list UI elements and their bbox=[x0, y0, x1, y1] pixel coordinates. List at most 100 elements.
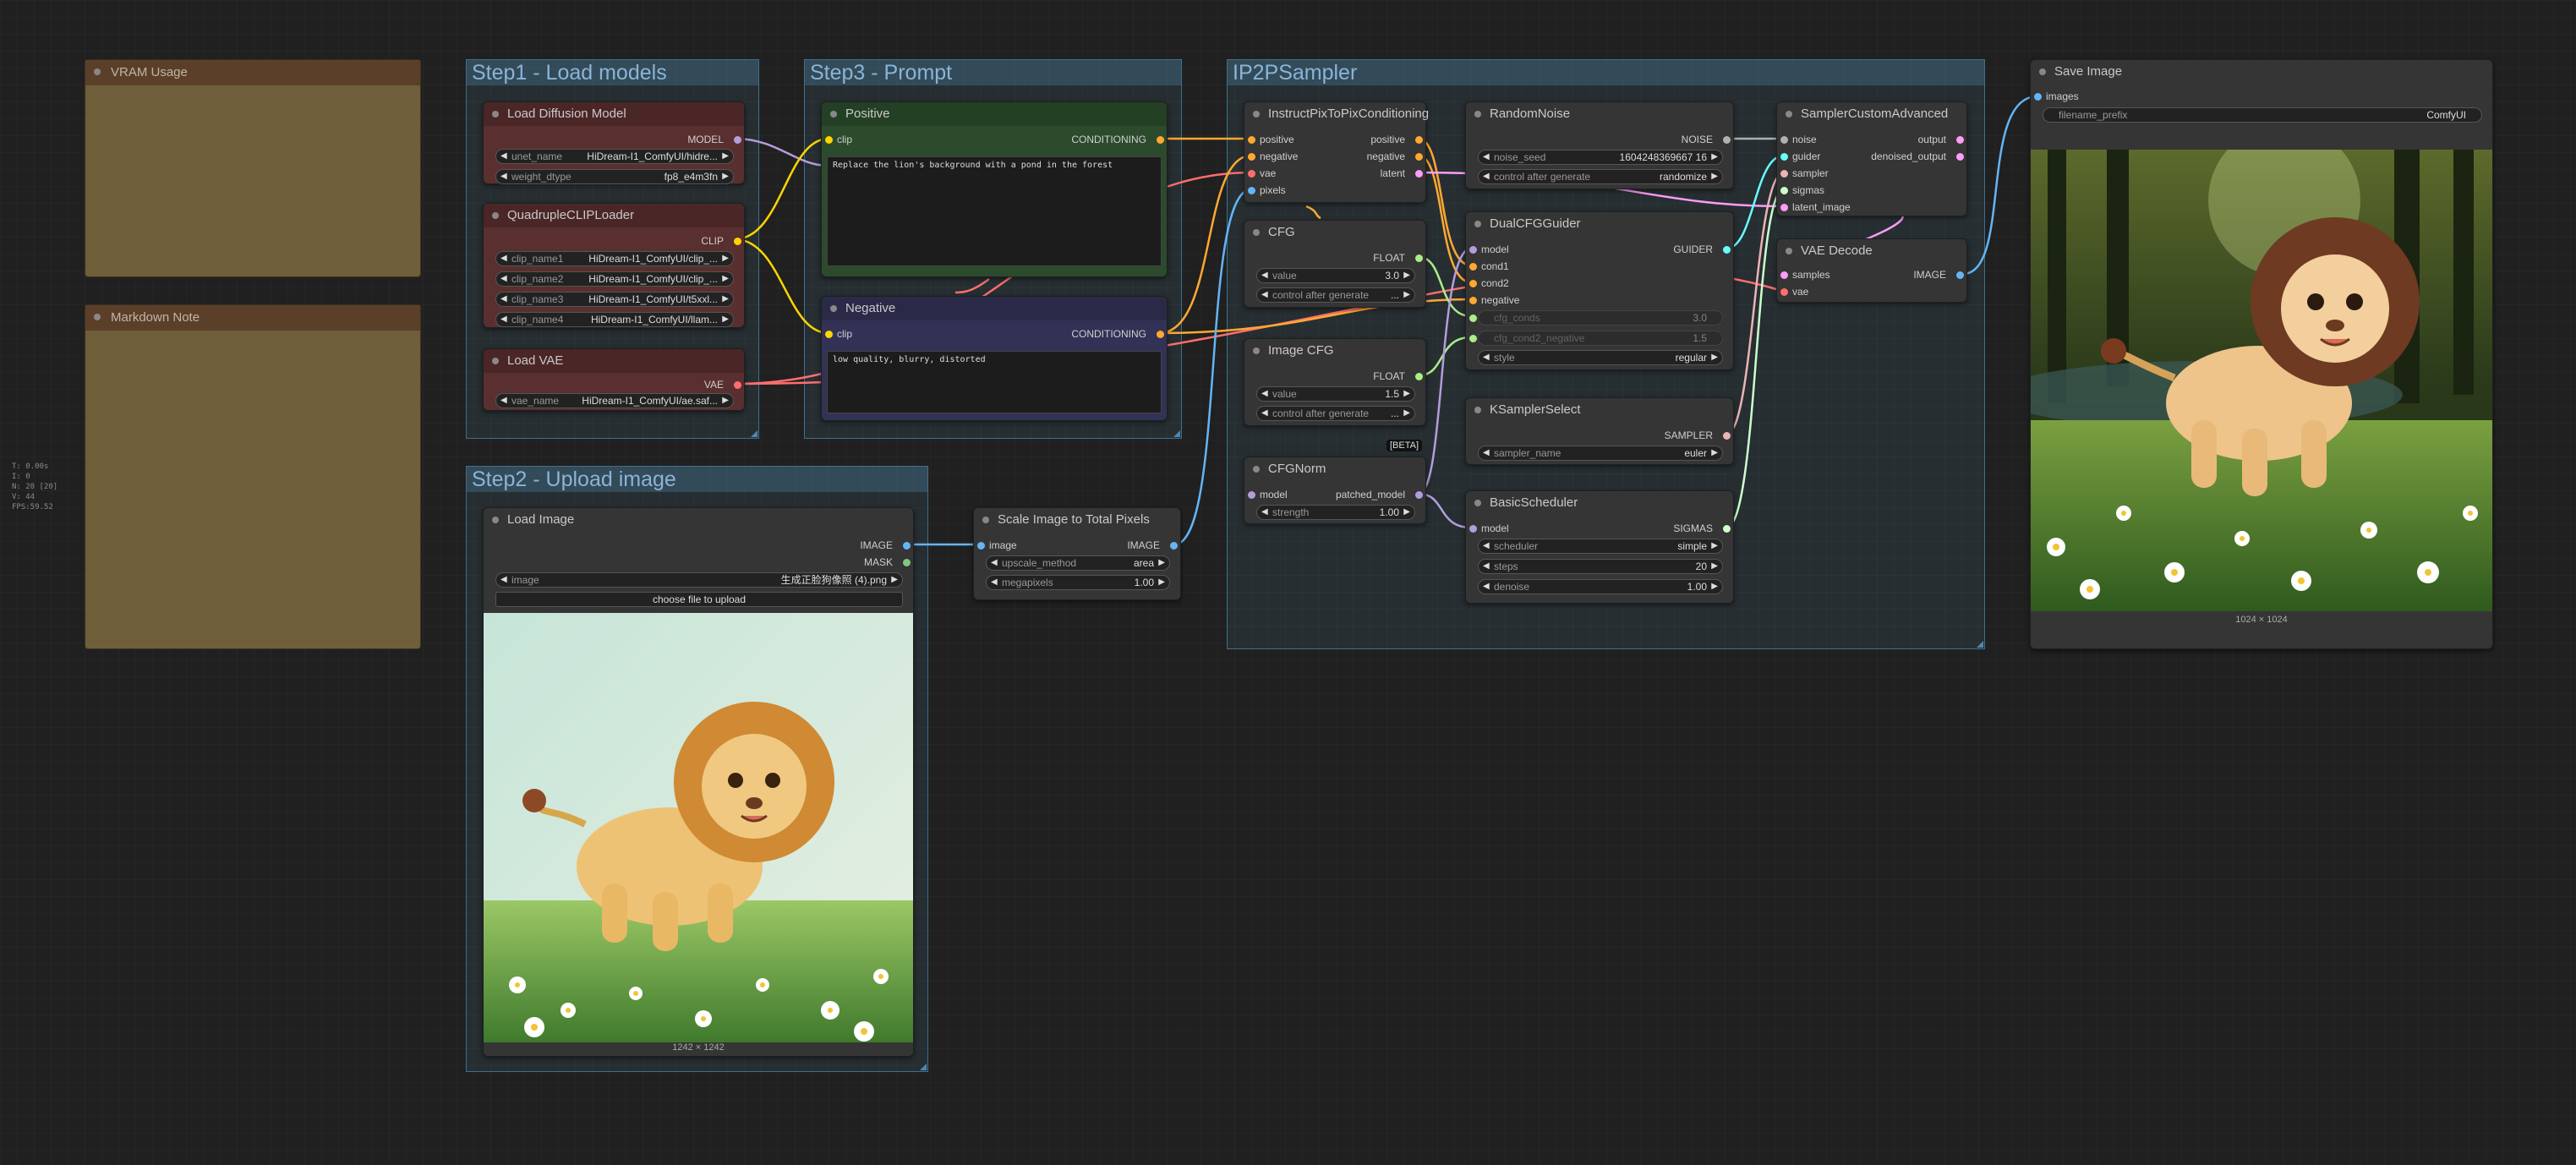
widget-cfg-cond2-negative[interactable]: cfg_cond2_negative 1.5 bbox=[1478, 331, 1723, 346]
input-socket-images[interactable] bbox=[2034, 93, 2042, 101]
node-title[interactable]: Scale Image to Total Pixels bbox=[974, 508, 1180, 532]
node-title[interactable]: Save Image bbox=[2031, 60, 2492, 84]
vram-usage-note[interactable]: VRAM Usage bbox=[85, 59, 421, 277]
arrow-left-icon[interactable]: ◀ bbox=[1261, 288, 1268, 302]
arrow-right-icon[interactable]: ▶ bbox=[1403, 269, 1410, 282]
collapse-dot-icon[interactable] bbox=[492, 358, 499, 364]
arrow-left-icon[interactable]: ◀ bbox=[1261, 407, 1268, 420]
resize-handle[interactable] bbox=[751, 430, 757, 437]
collapse-dot-icon[interactable] bbox=[94, 68, 101, 75]
prompt-textarea[interactable]: Replace the lion's background with a pon… bbox=[827, 156, 1162, 266]
input-socket-cond2[interactable] bbox=[1469, 280, 1477, 287]
input-socket-sigmas[interactable] bbox=[1780, 187, 1788, 194]
choose-file-button[interactable]: choose file to upload bbox=[495, 592, 903, 607]
node-scale-image[interactable]: Scale Image to Total Pixels image IMAGE … bbox=[973, 507, 1181, 600]
arrow-left-icon[interactable]: ◀ bbox=[500, 394, 507, 407]
arrow-right-icon[interactable]: ▶ bbox=[1403, 506, 1410, 519]
input-socket-noise[interactable] bbox=[1780, 136, 1788, 144]
arrow-right-icon[interactable]: ▶ bbox=[722, 313, 729, 326]
output-socket-clip[interactable] bbox=[734, 238, 741, 245]
node-cfg[interactable]: CFG FLOAT ◀ value 3.0 ▶ ◀ control after gene… bbox=[1244, 220, 1426, 308]
widget-cfg-value[interactable]: ◀ value 3.0 ▶ bbox=[1256, 268, 1415, 283]
input-socket-vae[interactable] bbox=[1780, 288, 1788, 296]
collapse-dot-icon[interactable] bbox=[830, 305, 837, 312]
node-load-vae[interactable]: Load VAE VAE ◀ vae_name HiDream-I1_ComfyUI… bbox=[483, 348, 745, 411]
arrow-left-icon[interactable]: ◀ bbox=[1483, 351, 1490, 364]
output-socket-denoised-output[interactable] bbox=[1956, 153, 1964, 161]
arrow-right-icon[interactable]: ▶ bbox=[1711, 580, 1718, 593]
input-socket-negative[interactable] bbox=[1469, 297, 1477, 304]
input-socket-cond1[interactable] bbox=[1469, 263, 1477, 271]
collapse-dot-icon[interactable] bbox=[492, 111, 499, 118]
collapse-dot-icon[interactable] bbox=[1474, 221, 1481, 227]
arrow-right-icon[interactable]: ▶ bbox=[722, 252, 729, 265]
node-title[interactable]: QuadrupleCLIPLoader bbox=[484, 204, 744, 227]
node-instruct-pix2pix-conditioning[interactable]: InstructPixToPixConditioning positive ne… bbox=[1244, 101, 1429, 203]
arrow-right-icon[interactable]: ▶ bbox=[1711, 560, 1718, 573]
input-socket-cfg-cond2-negative[interactable] bbox=[1469, 335, 1477, 342]
widget-image-cfg-value[interactable]: ◀ value 1.5 ▶ bbox=[1256, 386, 1415, 402]
collapse-dot-icon[interactable] bbox=[1786, 248, 1792, 254]
collapse-dot-icon[interactable] bbox=[1474, 407, 1481, 413]
node-random-noise[interactable]: RandomNoise NOISE ◀ noise_seed 16042483696… bbox=[1465, 101, 1734, 189]
arrow-right-icon[interactable]: ▶ bbox=[1403, 387, 1410, 401]
widget-vae-name[interactable]: ◀ vae_name HiDream-I1_ComfyUI/ae.saf... ▶ bbox=[495, 393, 734, 408]
node-image-cfg[interactable]: Image CFG FLOAT ◀ value 1.5 ▶ ◀ control afte… bbox=[1244, 338, 1426, 426]
input-socket-vae[interactable] bbox=[1248, 170, 1255, 178]
collapse-dot-icon[interactable] bbox=[2039, 68, 2046, 75]
arrow-left-icon[interactable]: ◀ bbox=[500, 150, 507, 163]
arrow-right-icon[interactable]: ▶ bbox=[722, 272, 729, 286]
arrow-left-icon[interactable]: ◀ bbox=[1261, 269, 1268, 282]
widget-strength[interactable]: ◀ strength 1.00 ▶ bbox=[1256, 505, 1415, 520]
arrow-left-icon[interactable]: ◀ bbox=[1483, 539, 1490, 553]
arrow-right-icon[interactable]: ▶ bbox=[1711, 351, 1718, 364]
node-title[interactable]: VAE Decode bbox=[1777, 239, 1966, 263]
arrow-right-icon[interactable]: ▶ bbox=[1711, 170, 1718, 183]
node-basic-scheduler[interactable]: BasicScheduler model SIGMAS ◀ scheduler si… bbox=[1465, 490, 1734, 604]
node-title[interactable]: SamplerCustomAdvanced bbox=[1777, 102, 1966, 126]
widget-sampler-name[interactable]: ◀ sampler_name euler ▶ bbox=[1478, 446, 1723, 461]
output-socket-image[interactable] bbox=[903, 542, 911, 550]
node-save-image[interactable]: Save Image images filename_prefix ComfyUI bbox=[2030, 59, 2493, 649]
arrow-left-icon[interactable]: ◀ bbox=[1261, 506, 1268, 519]
output-socket-output[interactable] bbox=[1956, 136, 1964, 144]
widget-control-after-generate[interactable]: ◀ control after generate... ▶ bbox=[1256, 287, 1415, 303]
widget-control-after-generate[interactable]: ◀ control after generate randomize ▶ bbox=[1478, 169, 1723, 184]
output-socket-latent[interactable] bbox=[1415, 170, 1423, 178]
node-quadruple-clip-loader[interactable]: QuadrupleCLIPLoader CLIP ◀ clip_name1 HiDr… bbox=[483, 203, 745, 328]
output-socket-image[interactable] bbox=[1170, 542, 1178, 550]
node-negative-prompt[interactable]: Negative clip CONDITIONING low quality, … bbox=[821, 296, 1168, 421]
widget-control-after-generate[interactable]: ◀ control after generate... ▶ bbox=[1256, 406, 1415, 421]
arrow-left-icon[interactable]: ◀ bbox=[991, 576, 998, 589]
node-title[interactable]: CFGNorm bbox=[1244, 457, 1425, 481]
group-title[interactable]: Step1 - Load models bbox=[467, 60, 758, 85]
collapse-dot-icon[interactable] bbox=[492, 212, 499, 219]
arrow-right-icon[interactable]: ▶ bbox=[722, 394, 729, 407]
collapse-dot-icon[interactable] bbox=[1253, 111, 1260, 118]
collapse-dot-icon[interactable] bbox=[1474, 500, 1481, 506]
input-socket-cfg-conds[interactable] bbox=[1469, 314, 1477, 322]
collapse-dot-icon[interactable] bbox=[492, 517, 499, 523]
node-title[interactable]: CFG bbox=[1244, 221, 1425, 244]
output-socket-float[interactable] bbox=[1415, 373, 1423, 380]
output-socket-negative[interactable] bbox=[1415, 153, 1423, 161]
widget-clip-name1[interactable]: ◀ clip_name1 HiDream-I1_ComfyUI/clip_... ▶ bbox=[495, 251, 734, 266]
widget-clip-name4[interactable]: ◀ clip_name4 HiDream-I1_ComfyUI/llam... ▶ bbox=[495, 312, 734, 327]
node-load-diffusion-model[interactable]: Load Diffusion Model MODEL ◀ unet_name HiD… bbox=[483, 101, 745, 184]
node-title[interactable]: Image CFG bbox=[1244, 339, 1425, 363]
arrow-left-icon[interactable]: ◀ bbox=[1483, 446, 1490, 460]
output-socket-vae[interactable] bbox=[734, 381, 741, 389]
arrow-right-icon[interactable]: ▶ bbox=[1711, 150, 1718, 164]
widget-style[interactable]: ◀ style regular ▶ bbox=[1478, 350, 1723, 365]
input-socket-positive[interactable] bbox=[1248, 136, 1255, 144]
node-sampler-custom-advanced[interactable]: SamplerCustomAdvanced noise guider sampl… bbox=[1776, 101, 1967, 216]
collapse-dot-icon[interactable] bbox=[1253, 229, 1260, 236]
widget-filename-prefix[interactable]: filename_prefix ComfyUI bbox=[2043, 107, 2482, 123]
arrow-right-icon[interactable]: ▶ bbox=[1403, 407, 1410, 420]
node-positive-prompt[interactable]: Positive clip CONDITIONING Replace the l… bbox=[821, 101, 1168, 277]
collapse-dot-icon[interactable] bbox=[94, 314, 101, 320]
node-load-image[interactable]: Load Image IMAGE MASK ◀ image 生成正脸狗像照 (4).… bbox=[483, 507, 914, 1057]
node-title[interactable]: RandomNoise bbox=[1466, 102, 1733, 126]
output-socket-guider[interactable] bbox=[1723, 246, 1731, 254]
note-title[interactable]: Markdown Note bbox=[85, 305, 420, 331]
